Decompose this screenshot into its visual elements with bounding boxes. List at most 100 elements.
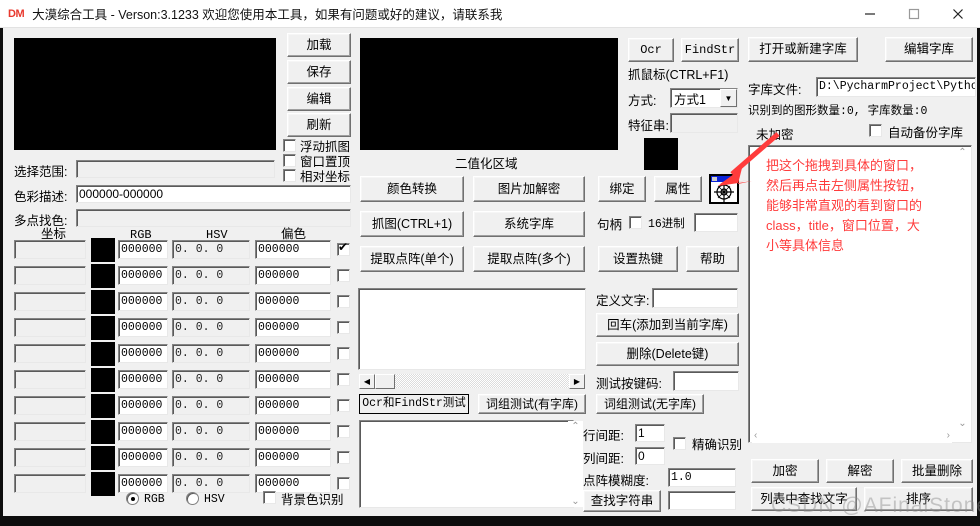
scroll-right-icon[interactable]: ▶ — [569, 374, 585, 389]
save-button[interactable]: 保存 — [287, 60, 351, 84]
mode-hsv-radio[interactable] — [186, 492, 199, 505]
define-text-field[interactable] — [652, 288, 738, 308]
refresh-button[interactable]: 刷新 — [287, 113, 351, 137]
capture-button[interactable]: 抓图(CTRL+1) — [360, 211, 464, 237]
row-color-swatch[interactable] — [91, 472, 115, 496]
row-enable-checkbox[interactable] — [337, 295, 350, 308]
row-hsv-field[interactable]: 0. 0. 0 — [172, 370, 250, 389]
minimize-icon[interactable] — [848, 0, 892, 28]
open-or-new-lib-button[interactable]: 打开或新建字库 — [748, 37, 858, 62]
row-offset-field[interactable]: 000000 — [255, 240, 331, 259]
row-coord-field[interactable] — [14, 266, 86, 285]
bg-recognize-checkbox[interactable] — [263, 491, 276, 504]
row-coord-field[interactable] — [14, 318, 86, 337]
decrypt-button[interactable]: 解密 — [826, 459, 894, 483]
scroll-down-icon[interactable]: ⌄ — [958, 418, 966, 429]
result-vscrollbar[interactable]: ⌃ ⌄ — [568, 421, 583, 507]
scroll-up-icon[interactable]: ⌃ — [571, 421, 579, 432]
row-rgb-field[interactable]: 000000 — [118, 370, 168, 389]
row-hsv-field[interactable]: 0. 0. 0 — [172, 448, 250, 467]
row-rgb-field[interactable]: 000000 — [118, 266, 168, 285]
edit-button[interactable]: 编辑 — [287, 87, 351, 111]
row-hsv-field[interactable]: 0. 0. 0 — [172, 344, 250, 363]
row-coord-field[interactable] — [14, 448, 86, 467]
row-coord-field[interactable] — [14, 370, 86, 389]
row-enable-checkbox[interactable] — [337, 347, 350, 360]
row-hsv-field[interactable]: 0. 0. 0 — [172, 318, 250, 337]
dot-matrix-hscrollbar[interactable]: ◀ ▶ — [358, 373, 586, 389]
row-offset-field[interactable]: 000000 — [255, 292, 331, 311]
row-color-swatch[interactable] — [91, 316, 115, 340]
mode-rgb-radio[interactable] — [126, 492, 139, 505]
multi-point-field[interactable] — [76, 209, 351, 227]
row-hsv-field[interactable]: 0. 0. 0 — [172, 396, 250, 415]
row-rgb-field[interactable]: 000000 — [118, 292, 168, 311]
ocr-button[interactable]: Ocr — [628, 38, 674, 62]
extract-multi-button[interactable]: 提取点阵(多个) — [473, 246, 585, 272]
set-hotkey-button[interactable]: 设置热键 — [598, 246, 678, 272]
row-coord-field[interactable] — [14, 344, 86, 363]
row-offset-field[interactable]: 000000 — [255, 370, 331, 389]
row-color-swatch[interactable] — [91, 264, 115, 288]
mode-combobox[interactable]: 方式1 ▼ — [670, 88, 738, 108]
row-offset-field[interactable]: 000000 — [255, 318, 331, 337]
row-offset-field[interactable]: 000000 — [255, 266, 331, 285]
find-string-field[interactable] — [668, 491, 736, 510]
row-enable-checkbox[interactable] — [337, 321, 350, 334]
edit-lib-button[interactable]: 编辑字库 — [885, 37, 973, 62]
row-coord-field[interactable] — [14, 474, 86, 493]
system-font-button[interactable]: 系统字库 — [473, 211, 585, 237]
color-convert-button[interactable]: 颜色转换 — [360, 176, 464, 202]
relative-coord-checkbox[interactable] — [283, 169, 296, 182]
row-offset-field[interactable]: 000000 — [255, 448, 331, 467]
row-coord-field[interactable] — [14, 422, 86, 441]
row-enable-checkbox[interactable] — [337, 425, 350, 438]
float-capture-checkbox[interactable] — [283, 139, 296, 152]
hex-checkbox[interactable] — [629, 216, 642, 229]
color-desc-field[interactable]: 000000-000000 — [76, 185, 351, 203]
row-color-swatch[interactable] — [91, 368, 115, 392]
load-button[interactable]: 加载 — [287, 33, 351, 57]
fuzzy-field[interactable]: 1.0 — [668, 468, 736, 487]
row-enable-checkbox[interactable] — [337, 373, 350, 386]
help-button[interactable]: 帮助 — [686, 246, 739, 272]
row-color-swatch[interactable] — [91, 446, 115, 470]
bind-button[interactable]: 绑定 — [598, 176, 646, 202]
row-hsv-field[interactable]: 0. 0. 0 — [172, 266, 250, 285]
enter-add-button[interactable]: 回车(添加到当前字库) — [596, 313, 739, 337]
encrypt-button[interactable]: 加密 — [751, 459, 819, 483]
row-rgb-field[interactable]: 000000 — [118, 344, 168, 363]
row-offset-field[interactable]: 000000 — [255, 344, 331, 363]
auto-backup-checkbox[interactable] — [869, 124, 882, 137]
row-offset-field[interactable]: 000000 — [255, 396, 331, 415]
row-hsv-field[interactable]: 0. 0. 0 — [172, 474, 250, 493]
chevron-down-icon[interactable]: ▼ — [720, 89, 737, 107]
tab-phrase-with-lib[interactable]: 词组测试(有字库) — [478, 394, 586, 414]
handle-field[interactable] — [694, 213, 738, 232]
row-coord-field[interactable] — [14, 292, 86, 311]
capture-preview-middle[interactable] — [360, 38, 618, 150]
tab-phrase-without-lib[interactable]: 词组测试(无字库) — [596, 394, 704, 414]
row-rgb-field[interactable]: 000000 — [118, 448, 168, 467]
crosshair-target-icon[interactable] — [709, 174, 739, 204]
row-enable-checkbox[interactable] — [337, 451, 350, 464]
exact-recognize-checkbox[interactable] — [673, 437, 686, 450]
row-rgb-field[interactable]: 000000 — [118, 474, 168, 493]
row-rgb-field[interactable]: 000000 — [118, 318, 168, 337]
char-lib-hscrollbar[interactable]: ‹ › — [752, 428, 952, 443]
batch-delete-button[interactable]: 批量删除 — [901, 459, 973, 483]
row-hsv-field[interactable]: 0. 0. 0 — [172, 292, 250, 311]
row-color-swatch[interactable] — [91, 394, 115, 418]
tab-ocr-findstr[interactable]: Ocr和FindStr测试 — [359, 394, 469, 414]
img-encrypt-button[interactable]: 图片加解密 — [473, 176, 585, 202]
row-hsv-field[interactable]: 0. 0. 0 — [172, 422, 250, 441]
row-color-swatch[interactable] — [91, 290, 115, 314]
row-hsv-field[interactable]: 0. 0. 0 — [172, 240, 250, 259]
row-coord-field[interactable] — [14, 396, 86, 415]
scroll-thumb[interactable] — [375, 374, 395, 389]
maximize-icon[interactable] — [892, 0, 936, 28]
row-color-swatch[interactable] — [91, 238, 115, 262]
topmost-checkbox[interactable] — [283, 154, 296, 167]
row-enable-checkbox[interactable] — [337, 269, 350, 282]
row-color-swatch[interactable] — [91, 342, 115, 366]
